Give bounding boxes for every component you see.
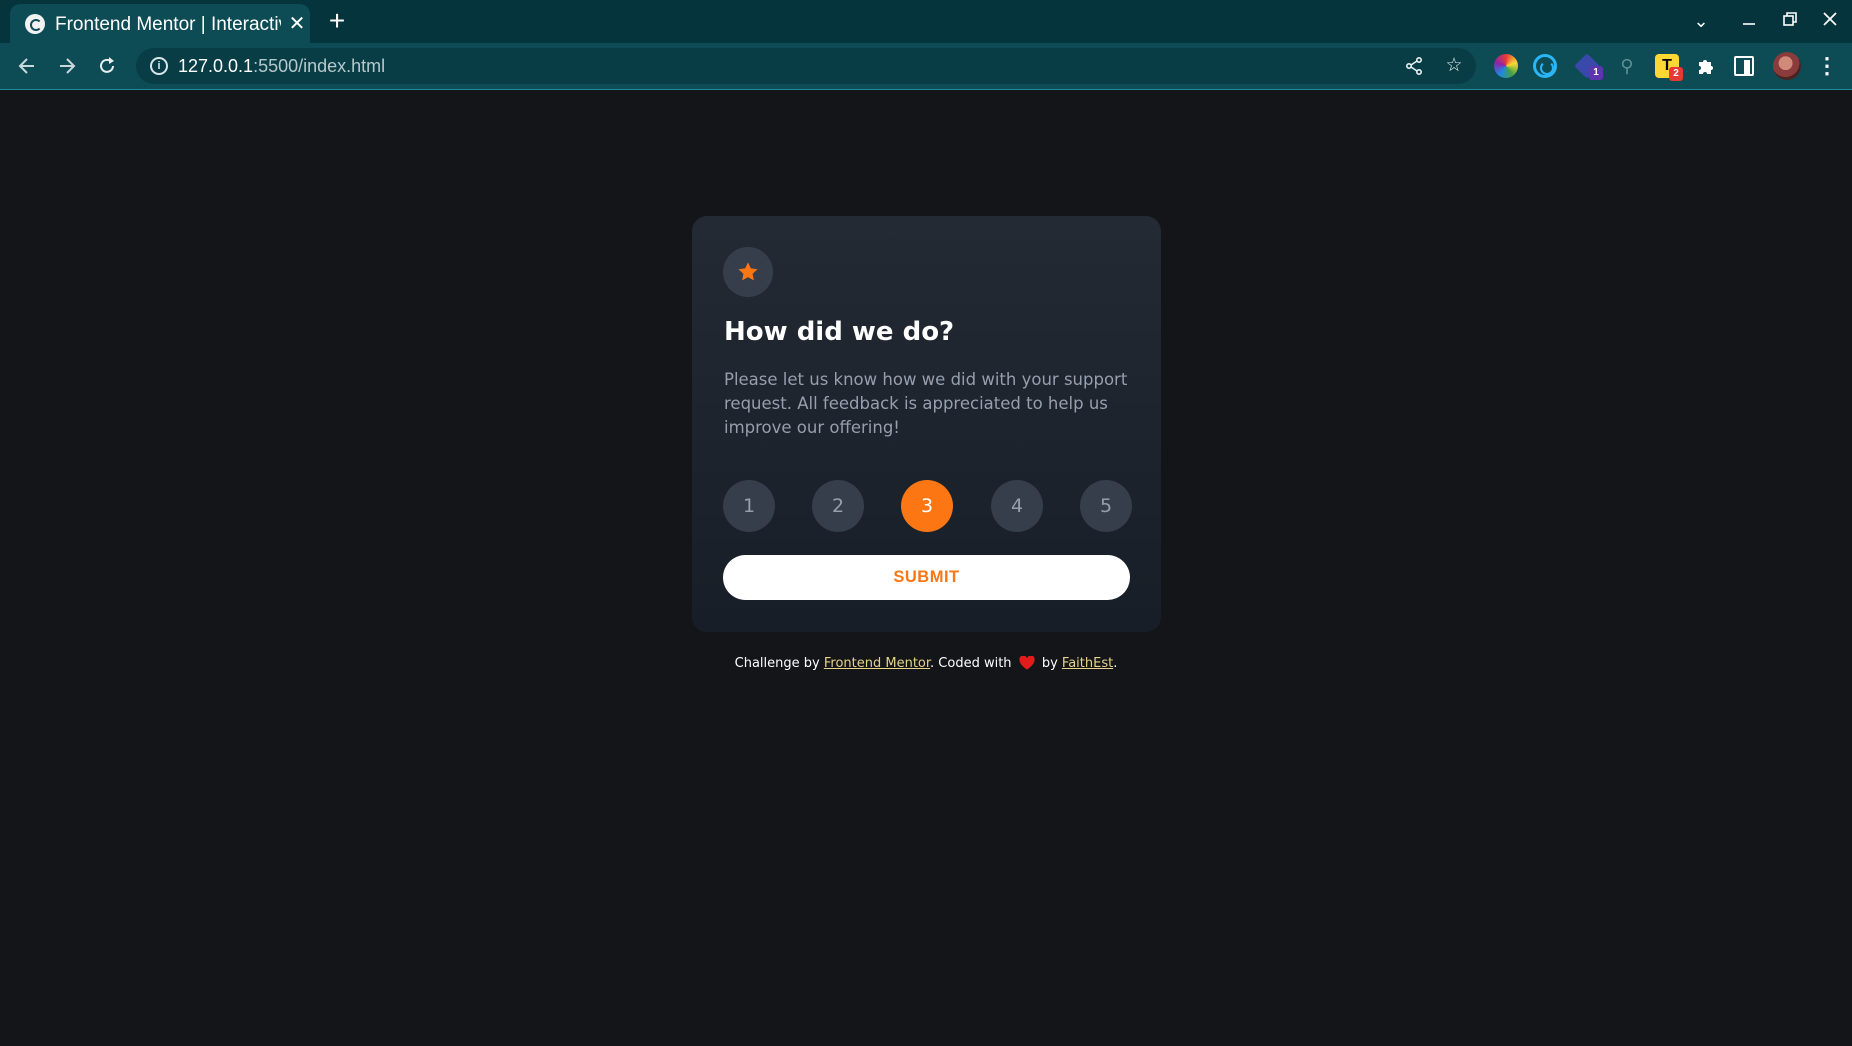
reload-icon[interactable] — [93, 52, 121, 80]
info-icon[interactable]: i — [150, 57, 168, 75]
profile-avatar[interactable] — [1773, 52, 1801, 80]
back-arrow-icon[interactable] — [13, 52, 41, 80]
url-path: :5500/index.html — [253, 56, 386, 76]
extensions-puzzle-icon[interactable] — [1694, 54, 1718, 78]
t-extension[interactable]: T 2 — [1655, 54, 1683, 81]
share-icon[interactable] — [1402, 54, 1426, 78]
menu-dots-icon[interactable]: ⋮ — [1815, 54, 1839, 78]
author-link[interactable]: FaithEst — [1062, 656, 1113, 671]
star-badge — [723, 247, 773, 297]
browser-tab-strip: Frontend Mentor | Interactive rating com… — [0, 0, 1852, 43]
url-host: 127.0.0.1 — [178, 56, 254, 76]
card-title: How did we do? — [724, 317, 955, 347]
tab-title: Frontend Mentor | Interactive rating com… — [55, 14, 281, 35]
tab-search-chevron-icon[interactable]: ⌄ — [1689, 9, 1713, 33]
rating-button-4[interactable]: 4 — [991, 480, 1043, 532]
cube-extension-badge: 1 — [1589, 66, 1603, 80]
close-window-icon[interactable] — [1818, 9, 1842, 33]
attribution-by: by — [1041, 656, 1058, 671]
t-extension-badge: 2 — [1669, 67, 1683, 81]
forward-arrow-icon[interactable] — [53, 52, 81, 80]
url-text[interactable]: 127.0.0.1:5500/index.html — [178, 55, 385, 77]
frontend-mentor-link[interactable]: Frontend Mentor — [824, 656, 930, 671]
address-bar[interactable]: i 127.0.0.1:5500/index.html ☆ — [136, 48, 1476, 84]
rating-card: How did we do? Please let us know how we… — [692, 216, 1161, 632]
submit-button[interactable]: SUBMIT — [723, 555, 1130, 600]
swirl-extension-icon[interactable] — [1533, 54, 1557, 78]
dimmed-extension-icon[interactable]: ⚲ — [1615, 54, 1639, 78]
attribution-footer: Challenge by Frontend Mentor. Coded with… — [0, 654, 1852, 674]
tab-close-icon[interactable]: ✕ — [286, 12, 308, 36]
tab-favicon-icon — [25, 14, 45, 34]
color-wheel-extension-icon[interactable] — [1494, 54, 1518, 78]
card-description: Please let us know how we did with your … — [724, 370, 1128, 437]
rating-button-3-selected[interactable]: 3 — [901, 480, 953, 532]
attribution-suffix: . — [1113, 656, 1118, 671]
attribution-middle: . Coded with — [930, 656, 1012, 671]
new-tab-button[interactable]: + — [325, 7, 349, 35]
cube-extension[interactable]: 1 — [1574, 53, 1603, 80]
rating-button-1[interactable]: 1 — [723, 480, 775, 532]
side-panel-icon[interactable] — [1734, 56, 1754, 76]
browser-tab-active[interactable]: Frontend Mentor | Interactive rating com… — [10, 4, 310, 43]
attribution-prefix: Challenge by — [734, 656, 820, 671]
minimize-window-icon[interactable] — [1737, 9, 1761, 33]
browser-toolbar: i 127.0.0.1:5500/index.html ☆ 1 ⚲ T 2 ⋮ — [0, 43, 1852, 90]
star-icon — [738, 262, 758, 281]
restore-window-icon[interactable] — [1778, 9, 1802, 33]
rating-button-5[interactable]: 5 — [1080, 480, 1132, 532]
bookmark-star-icon[interactable]: ☆ — [1442, 54, 1466, 78]
heart-icon — [1019, 656, 1035, 670]
rating-button-2[interactable]: 2 — [812, 480, 864, 532]
